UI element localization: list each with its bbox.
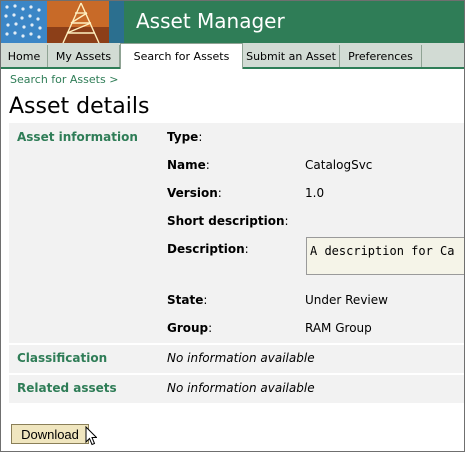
group-value: RAM Group xyxy=(305,321,372,335)
version-label-text: Version xyxy=(167,186,218,200)
breadcrumb-search-for-assets[interactable]: Search for Assets > xyxy=(10,73,118,86)
related-assets-panel: Related assets No information available xyxy=(9,375,464,403)
description-textarea[interactable]: A description for Ca xyxy=(306,237,464,275)
classification-label: Classification xyxy=(17,351,108,365)
download-button[interactable]: Download xyxy=(11,424,89,444)
short-description-label: Short description: xyxy=(167,214,289,228)
app-window: Asset Manager Home My Assets Search for … xyxy=(0,0,465,452)
short-description-label-text: Short description xyxy=(167,214,285,228)
description-value: A description for Ca xyxy=(310,244,455,258)
page-title: Asset details xyxy=(9,94,150,119)
tab-bar: Home My Assets Search for Assets Submit … xyxy=(1,43,464,69)
name-value: CatalogSvc xyxy=(305,158,373,172)
tab-preferences[interactable]: Preferences xyxy=(340,45,422,67)
version-value: 1.0 xyxy=(305,186,325,200)
related-assets-value: No information available xyxy=(167,381,315,395)
type-label-text: Type xyxy=(167,130,199,144)
group-label: Group: xyxy=(167,321,213,335)
mouse-pointer-icon xyxy=(85,426,97,446)
version-label: Version: xyxy=(167,186,222,200)
tab-home[interactable]: Home xyxy=(1,45,48,67)
asset-information-panel: Asset information Type: Name: CatalogSvc… xyxy=(9,123,464,343)
group-label-text: Group xyxy=(167,321,209,335)
description-label: Description: xyxy=(167,242,249,256)
tab-submit-an-asset[interactable]: Submit an Asset xyxy=(243,45,340,67)
state-label: State: xyxy=(167,293,208,307)
tab-my-assets[interactable]: My Assets xyxy=(48,45,120,67)
banner-logo xyxy=(1,1,124,43)
header-banner: Asset Manager xyxy=(1,1,464,43)
classification-panel: Classification No information available xyxy=(9,345,464,373)
app-title: Asset Manager xyxy=(136,9,285,33)
name-label: Name: xyxy=(167,158,210,172)
name-label-text: Name xyxy=(167,158,206,172)
state-label-text: State xyxy=(167,293,204,307)
related-assets-label: Related assets xyxy=(17,381,117,395)
classification-value: No information available xyxy=(167,351,315,365)
description-label-text: Description xyxy=(167,242,245,256)
type-label: Type: xyxy=(167,130,203,144)
state-value: Under Review xyxy=(305,293,388,307)
asset-information-label: Asset information xyxy=(17,130,138,144)
tab-search-for-assets[interactable]: Search for Assets xyxy=(120,43,243,69)
